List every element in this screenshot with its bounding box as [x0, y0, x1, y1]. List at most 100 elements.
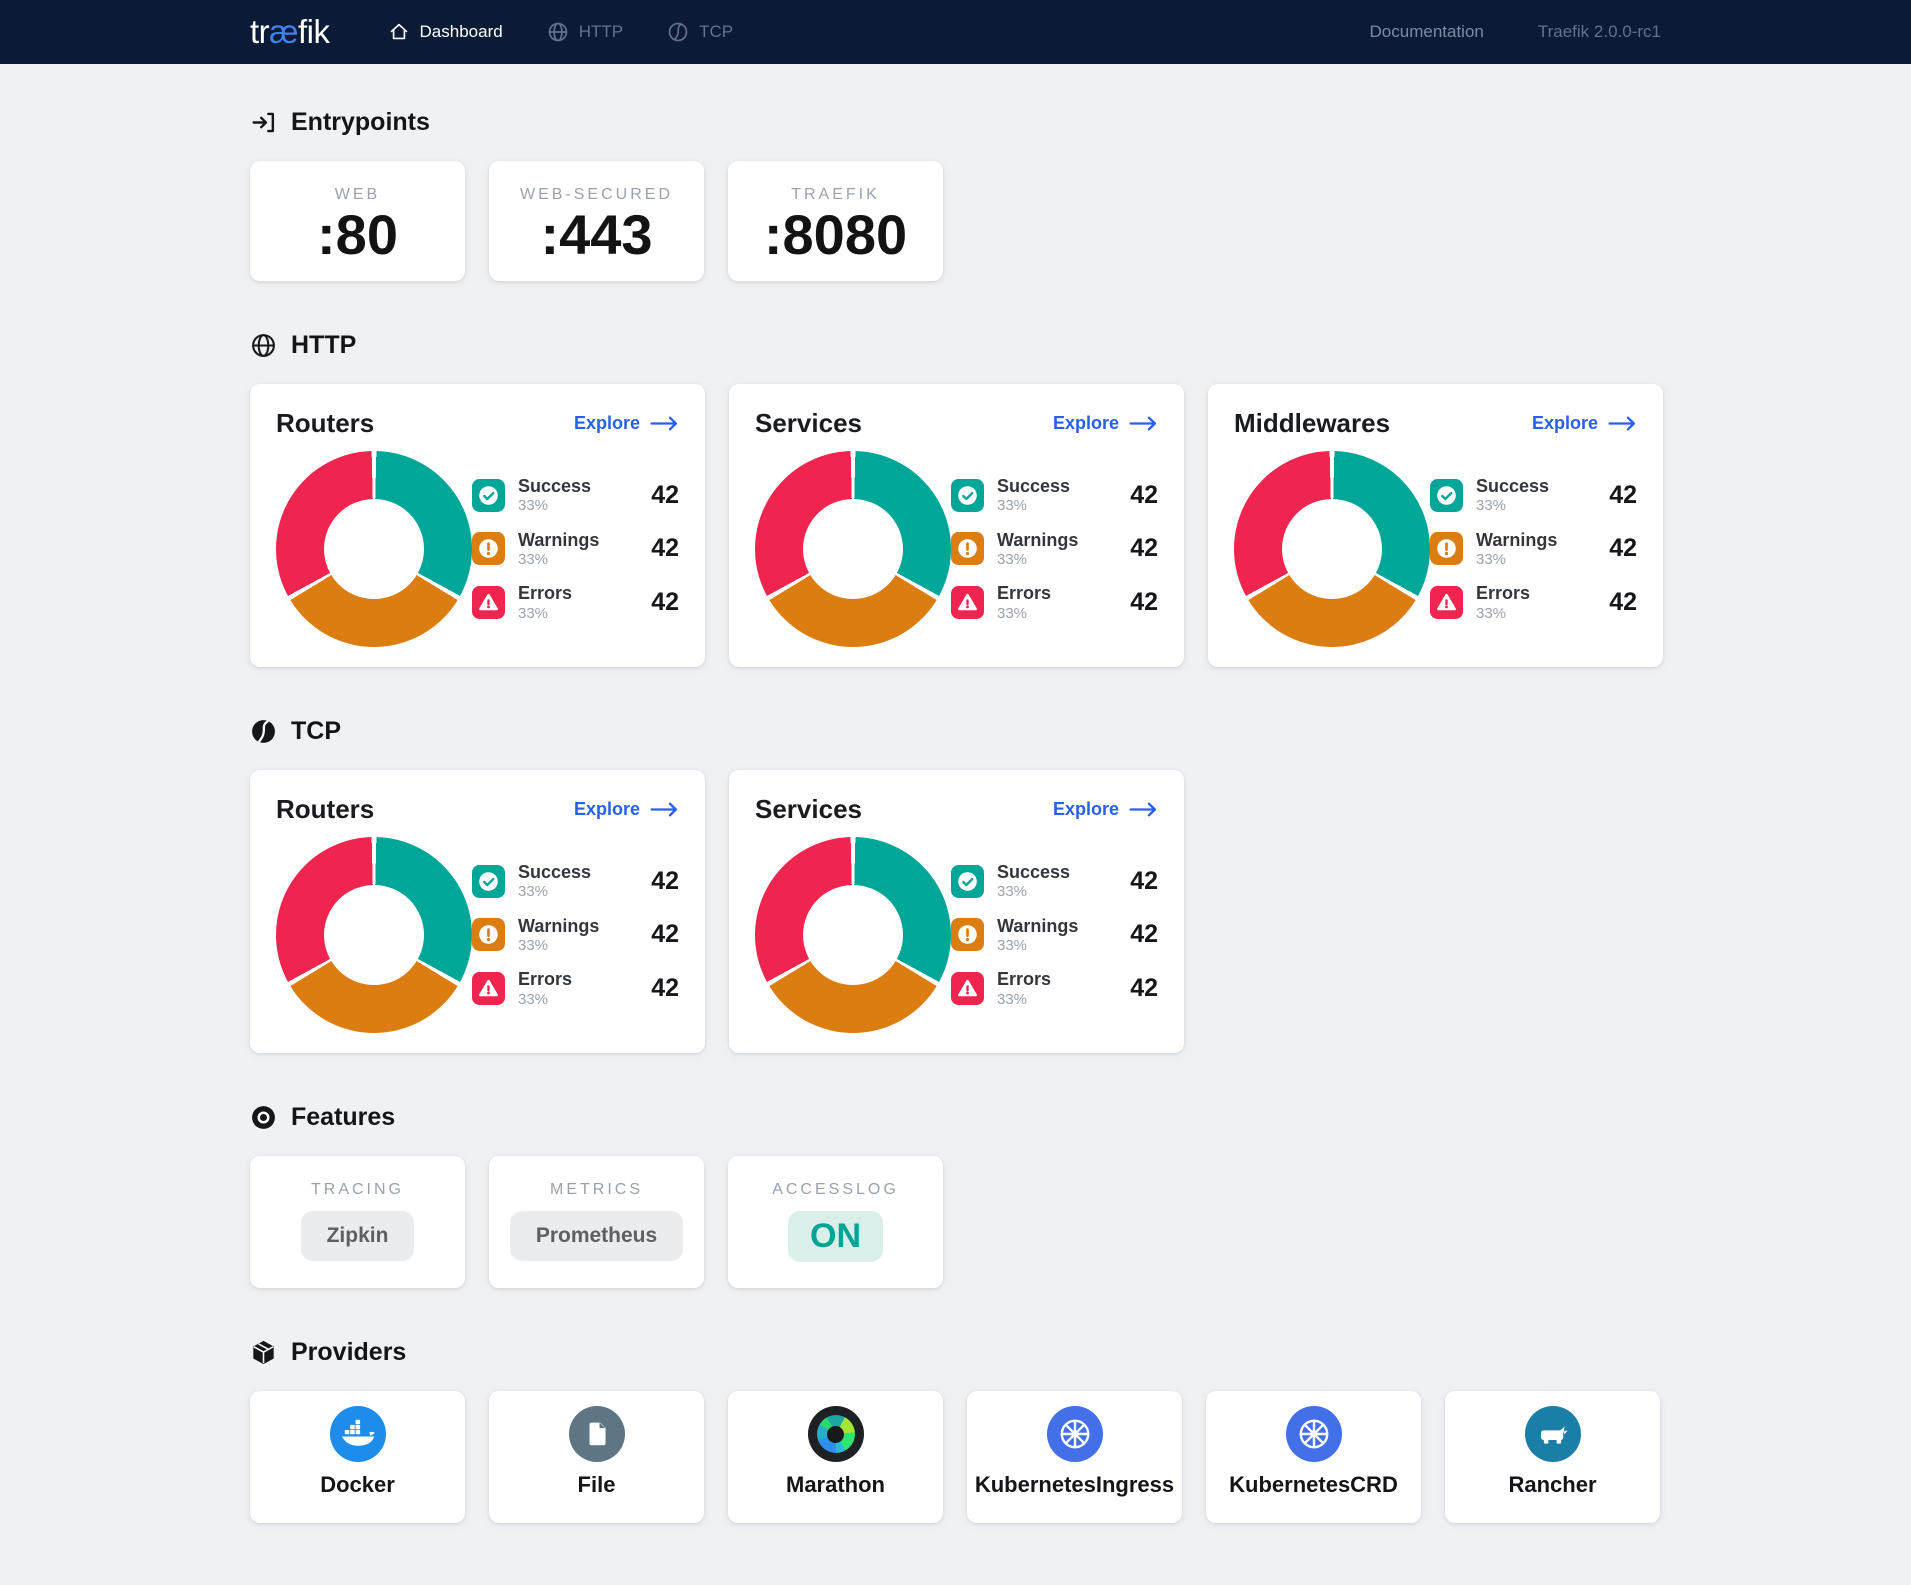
legend-label: Errors	[1476, 583, 1530, 603]
card-title: Services	[755, 408, 862, 439]
provider-name: KubernetesCRD	[1229, 1472, 1398, 1498]
legend-row-errors: Errors33% 42	[951, 969, 1158, 1008]
legend-label: Success	[997, 862, 1070, 882]
success-badge-icon	[951, 865, 984, 898]
legend-value: 42	[651, 588, 679, 617]
success-badge-icon	[951, 479, 984, 512]
features-header: Features	[250, 1103, 1661, 1132]
entrypoint-name: WEB-SECURED	[489, 186, 704, 204]
section-title: Entrypoints	[291, 108, 430, 137]
provider-name: File	[578, 1472, 616, 1498]
legend-label: Success	[518, 862, 591, 882]
legend-value: 42	[651, 534, 679, 563]
success-badge-icon	[472, 865, 505, 898]
success-badge-icon	[1430, 479, 1463, 512]
warning-badge-icon	[951, 918, 984, 951]
feature-card-metrics: METRICS Prometheus	[489, 1156, 704, 1288]
legend-label: Warnings	[997, 530, 1078, 550]
login-icon	[250, 109, 277, 136]
provider-name: Docker	[320, 1472, 395, 1498]
nav-dashboard[interactable]: Dashboard	[388, 21, 503, 43]
legend-row-success: Success33% 42	[951, 476, 1158, 515]
section-title: Providers	[291, 1338, 406, 1367]
explore-link[interactable]: Explore	[574, 799, 679, 820]
legend-value: 42	[651, 867, 679, 896]
nav-http-label: HTTP	[579, 22, 623, 42]
nav-tcp[interactable]: TCP	[667, 21, 733, 43]
file-icon	[569, 1406, 625, 1462]
explore-link[interactable]: Explore	[1053, 413, 1158, 434]
legend-row-warnings: Warnings33% 42	[472, 916, 679, 955]
traefik-logo[interactable]: træfik	[250, 13, 330, 51]
entrypoint-card-web-secured: WEB-SECURED :443	[489, 161, 704, 281]
legend-label: Errors	[997, 969, 1051, 989]
legend-row-success: Success 33% 42	[951, 862, 1158, 901]
docker-icon	[330, 1406, 386, 1462]
entrypoint-port: :80	[250, 204, 465, 266]
http-services-card: Services Explore Success 33% 42	[729, 384, 1184, 667]
http-routers-card: Routers Explore Success33% 42	[250, 384, 705, 667]
documentation-link[interactable]: Documentation	[1370, 22, 1484, 42]
error-badge-icon	[951, 972, 984, 1005]
legend-label: Success	[997, 476, 1070, 496]
legend-value: 42	[1130, 534, 1158, 563]
card-title: Middlewares	[1234, 408, 1390, 439]
error-badge-icon	[951, 586, 984, 619]
donut-chart	[755, 451, 951, 647]
provider-card-kubernetes-crd: KubernetesCRD	[1206, 1391, 1421, 1523]
legend-percent: 33%	[518, 606, 572, 623]
version-label: Traefik 2.0.0-rc1	[1538, 22, 1661, 42]
kubernetes-wheel-icon	[1047, 1406, 1103, 1462]
http-middlewares-card: Middlewares Explore Success33% 42	[1208, 384, 1663, 667]
legend-label: Warnings	[518, 530, 599, 550]
legend-percent: 33%	[997, 498, 1070, 515]
nav-http[interactable]: HTTP	[547, 21, 623, 43]
legend-percent: 33%	[997, 992, 1051, 1009]
explore-link[interactable]: Explore	[574, 413, 679, 434]
tcp-ball-icon	[250, 718, 277, 745]
donut-chart	[755, 837, 951, 1033]
tcp-routers-card: Routers Explore Success33% 42	[250, 770, 705, 1053]
home-icon	[388, 21, 410, 43]
legend-percent: 33%	[997, 606, 1051, 623]
providers-header: Providers	[250, 1338, 1661, 1367]
feature-name: ACCESSLOG	[728, 1181, 943, 1199]
cube-icon	[250, 1339, 277, 1366]
explore-link[interactable]: Explore	[1532, 413, 1637, 434]
explore-link[interactable]: Explore	[1053, 799, 1158, 820]
providers-row: Docker File Marathon KubernetesIngress K…	[250, 1391, 1661, 1523]
legend-label: Errors	[518, 969, 572, 989]
nav-items: Dashboard HTTP TCP	[388, 21, 734, 43]
explore-label: Explore	[1532, 413, 1598, 434]
arrow-right-icon	[1129, 416, 1158, 431]
donut-chart	[276, 451, 472, 647]
legend: Success 33% 42 Warnings33% 42 Errors 33% 4…	[472, 862, 679, 1009]
legend-percent: 33%	[518, 884, 591, 901]
success-badge-icon	[472, 479, 505, 512]
kubernetes-wheel-icon	[1286, 1406, 1342, 1462]
entrypoint-card-web: WEB :80	[250, 161, 465, 281]
tcp-services-card: Services Explore Success33% 42	[729, 770, 1184, 1053]
legend-value: 42	[1130, 867, 1158, 896]
provider-card-marathon: Marathon	[728, 1391, 943, 1523]
entrypoint-port: :8080	[728, 204, 943, 266]
legend-row-warnings: Warnings33% 42	[1430, 530, 1637, 569]
legend-row-success: Success33% 42	[1430, 476, 1637, 515]
legend: Success33% 42 Warnings33% 42 Errors33% 4…	[472, 476, 679, 623]
legend-percent: 33%	[518, 938, 599, 955]
legend-percent: 33%	[1476, 552, 1557, 569]
entrypoint-name: WEB	[250, 186, 465, 204]
globe-icon	[250, 332, 277, 359]
legend-value: 42	[651, 974, 679, 1003]
feature-name: METRICS	[489, 1181, 704, 1199]
legend-row-errors: Errors33% 42	[472, 583, 679, 622]
legend-percent: 33%	[1476, 498, 1549, 515]
warning-badge-icon	[472, 918, 505, 951]
legend-value: 42	[1130, 920, 1158, 949]
legend-value: 42	[1609, 534, 1637, 563]
explore-label: Explore	[574, 799, 640, 820]
warning-badge-icon	[1430, 532, 1463, 565]
legend-percent: 33%	[997, 884, 1070, 901]
legend-percent: 33%	[518, 498, 591, 515]
feature-on-chip: ON	[788, 1211, 883, 1262]
